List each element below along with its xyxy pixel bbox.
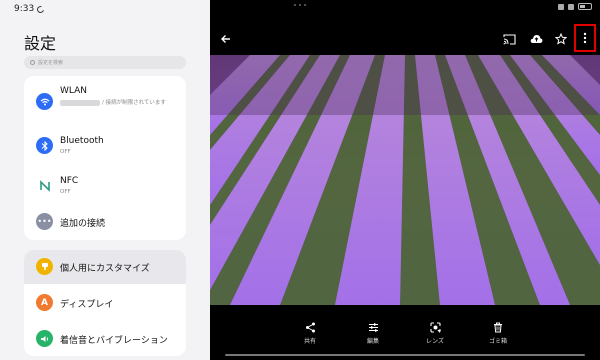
back-icon bbox=[221, 35, 230, 43]
search-icon bbox=[30, 60, 35, 65]
wifi-status-icon bbox=[568, 3, 574, 10]
brush-icon bbox=[36, 258, 53, 275]
settings-item-display[interactable]: A ディスプレイ bbox=[24, 286, 186, 320]
bluetooth-icon bbox=[36, 137, 53, 154]
more-options-button[interactable] bbox=[574, 24, 596, 52]
signal-icon bbox=[558, 3, 564, 10]
wifi-icon bbox=[36, 93, 53, 110]
more-horiz-icon: ••• bbox=[36, 213, 53, 230]
photo-viewer: 共有 編集 レンズ ゴミ箱 bbox=[210, 0, 600, 360]
bluetooth-label: Bluetooth bbox=[60, 136, 104, 146]
nfc-label: NFC bbox=[60, 176, 79, 186]
bluetooth-status: OFF bbox=[60, 149, 71, 155]
multitask-dots-icon[interactable] bbox=[294, 4, 306, 6]
more-connections-label: 追加の接続 bbox=[60, 219, 106, 229]
home-indicator[interactable] bbox=[225, 354, 585, 356]
display-label: ディスプレイ bbox=[60, 300, 114, 310]
settings-item-more-connections[interactable]: ••• 追加の接続 bbox=[24, 208, 186, 238]
lavender-field-image bbox=[210, 55, 600, 305]
lavender-field-photo[interactable] bbox=[210, 55, 600, 305]
settings-item-bluetooth[interactable]: Bluetooth OFF bbox=[24, 128, 186, 166]
connections-card: WLAN / 接続が制限されています Bluetooth OFF NFC OFF… bbox=[24, 76, 186, 240]
lens-icon bbox=[429, 322, 441, 333]
search-placeholder: 設定を検索 bbox=[38, 60, 64, 66]
wlan-status: / 接続が制限されています bbox=[60, 99, 170, 108]
wlan-label: WLAN bbox=[60, 86, 88, 96]
status-time: 9:33 bbox=[14, 4, 35, 14]
star-icon bbox=[555, 33, 567, 45]
edit-sliders-icon bbox=[368, 323, 378, 332]
edit-button[interactable]: 編集 bbox=[353, 322, 393, 345]
device-card: 個人用にカスタマイズ A ディスプレイ 着信音とバイブレーション bbox=[24, 250, 186, 356]
settings-item-sound[interactable]: 着信音とバイブレーション bbox=[24, 322, 186, 356]
cloud-upload-icon bbox=[530, 35, 542, 43]
nfc-icon bbox=[36, 177, 53, 194]
trash-label: ゴミ箱 bbox=[488, 338, 507, 345]
speaker-icon bbox=[36, 330, 53, 347]
search-input[interactable]: 設定を検索 bbox=[24, 56, 186, 69]
lens-button[interactable]: レンズ bbox=[415, 322, 455, 345]
settings-item-nfc[interactable]: NFC OFF bbox=[24, 168, 186, 206]
settings-item-personalize[interactable]: 個人用にカスタマイズ bbox=[24, 250, 186, 284]
trash-icon bbox=[494, 322, 502, 333]
cast-button[interactable] bbox=[500, 30, 518, 48]
share-icon bbox=[305, 322, 315, 333]
trash-button[interactable]: ゴミ箱 bbox=[478, 322, 518, 345]
share-label: 共有 bbox=[303, 338, 316, 345]
more-vert-icon bbox=[583, 32, 587, 44]
moon-icon bbox=[35, 4, 46, 14]
back-button[interactable] bbox=[217, 30, 235, 48]
page-title: 設定 bbox=[24, 34, 57, 53]
settings-item-wlan[interactable]: WLAN / 接続が制限されています bbox=[24, 76, 186, 126]
lens-label: レンズ bbox=[426, 338, 444, 345]
cast-icon bbox=[502, 33, 516, 45]
network-name-redacted bbox=[60, 99, 100, 106]
edit-label: 編集 bbox=[366, 338, 379, 345]
settings-panel: 9:33 設定 設定を検索 WLAN / 接続が制限されています Bluetoo… bbox=[0, 0, 210, 360]
battery-icon bbox=[578, 3, 592, 10]
status-bar-left: 9:33 bbox=[14, 4, 46, 14]
display-a-icon: A bbox=[36, 294, 53, 311]
share-button[interactable]: 共有 bbox=[290, 322, 330, 345]
favorite-button[interactable] bbox=[552, 30, 570, 48]
bottom-action-bar: 共有 編集 レンズ ゴミ箱 bbox=[210, 322, 600, 352]
status-icons bbox=[558, 3, 592, 10]
sound-label: 着信音とバイブレーション bbox=[60, 336, 168, 346]
backup-button[interactable] bbox=[527, 30, 545, 48]
nfc-status: OFF bbox=[60, 189, 71, 195]
personalize-label: 個人用にカスタマイズ bbox=[60, 264, 150, 274]
